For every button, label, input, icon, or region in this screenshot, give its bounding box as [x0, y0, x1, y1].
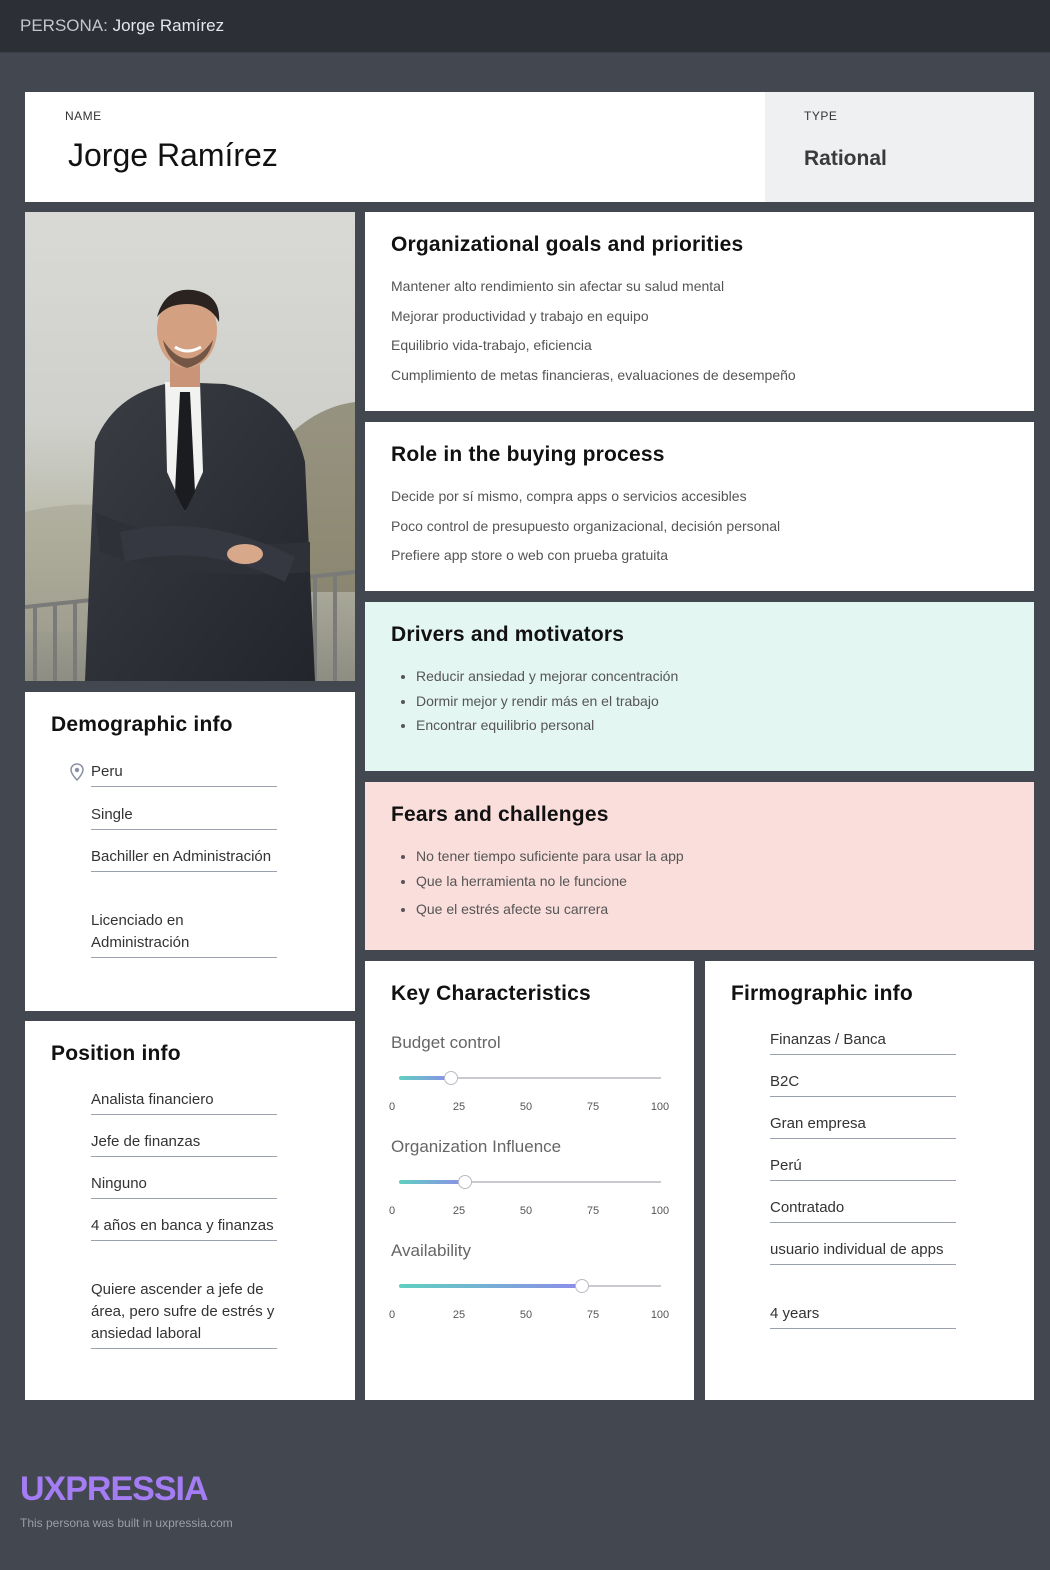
list-item: Que la herramienta no le funcione [416, 872, 684, 890]
slider-handle[interactable] [444, 1071, 459, 1085]
slider-label: Budget control [391, 1033, 501, 1052]
demographic-title: Demographic info [51, 713, 233, 736]
company-size-field[interactable]: Gran empresa [770, 1113, 956, 1139]
list-item: No tener tiempo suficiente para usar la … [416, 847, 684, 865]
list-item: Que el estrés afecte su carrera [416, 900, 684, 918]
employment-field[interactable]: Contratado [770, 1197, 956, 1223]
degree-field[interactable]: Licenciado en Administración [91, 910, 277, 958]
characteristics-title: Key Characteristics [391, 982, 591, 1005]
business-model-field[interactable]: B2C [770, 1071, 956, 1097]
list-item: Encontrar equilibrio personal [416, 716, 678, 734]
slider-track[interactable] [399, 1175, 661, 1189]
slider-tick-label: 0 [388, 1205, 396, 1217]
type-card[interactable]: TYPE Rational [765, 92, 1034, 202]
slider-label: Availability [391, 1241, 472, 1260]
demographic-card[interactable]: Demographic info Peru Single Bachiller e… [25, 692, 355, 1011]
fears-title: Fears and challenges [391, 803, 609, 826]
slider-tick-label: 50 [519, 1205, 533, 1217]
user-type-field[interactable]: usuario individual de apps [770, 1239, 956, 1265]
slider-tick-label: 0 [388, 1309, 396, 1321]
name-card[interactable]: NAME Jorge Ramírez [25, 92, 765, 202]
role-title: Role in the buying process [391, 443, 665, 466]
list-item: Equilibrio vida-trabajo, eficiencia [391, 337, 592, 353]
location-pin-icon [70, 763, 84, 786]
type-value[interactable]: Rational [804, 147, 887, 171]
persona-photo-image [25, 212, 355, 681]
slider-tick-label: 100 [650, 1101, 670, 1113]
reports-field[interactable]: Ninguno [91, 1173, 277, 1199]
footer-note: This persona was built in uxpressia.com [20, 1516, 233, 1530]
slider-tick-label: 25 [452, 1101, 466, 1113]
slider-tick-label: 100 [650, 1205, 670, 1217]
experience-field[interactable]: 4 años en banca y finanzas [91, 1215, 277, 1241]
marital-status-field[interactable]: Single [91, 804, 277, 830]
drivers-title: Drivers and motivators [391, 623, 625, 646]
slider-track[interactable] [399, 1071, 661, 1085]
name-label: NAME [65, 109, 102, 123]
slider-tick-label: 25 [452, 1205, 466, 1217]
job-title-field[interactable]: Analista financiero [91, 1089, 277, 1115]
slider-tick-label: 75 [586, 1309, 600, 1321]
list-item: Prefiere app store o web con prueba grat… [391, 547, 669, 563]
role-card[interactable]: Role in the buying process Decide por sí… [365, 422, 1034, 591]
list-item: Mejorar productividad y trabajo en equip… [391, 307, 649, 324]
tenure-field[interactable]: 4 years [770, 1303, 956, 1329]
list-item: Poco control de presupuesto organizacion… [391, 517, 781, 534]
characteristics-card[interactable]: Key Characteristics Budget control 0 25 50 7… [365, 961, 694, 1400]
drivers-card[interactable]: Drivers and motivators Reducir ansiedad … [365, 602, 1034, 771]
slider-fill [399, 1284, 583, 1288]
firmographic-card[interactable]: Firmographic info Finanzas / Banca B2C G… [705, 961, 1034, 1400]
slider-tick-label: 50 [519, 1101, 533, 1113]
list-item: Reducir ansiedad y mejorar concentración [416, 667, 678, 685]
role-list: Decide por sí mismo, compra apps o servi… [391, 487, 780, 576]
list-item: Cumplimiento de metas financieras, evalu… [391, 366, 796, 383]
slider-handle[interactable] [575, 1279, 590, 1293]
slider-track[interactable] [399, 1279, 661, 1293]
education-field[interactable]: Bachiller en Administración [91, 846, 277, 872]
slider-tick-label: 75 [586, 1101, 600, 1113]
list-item: Decide por sí mismo, compra apps o servi… [391, 488, 747, 504]
type-label: TYPE [804, 109, 838, 123]
slider-label: Organization Influence [391, 1137, 562, 1156]
persona-full-name[interactable]: Jorge Ramírez [68, 137, 278, 174]
list-item: Dormir mejor y rendir más en el trabajo [416, 692, 678, 710]
aspired-role-field[interactable]: Jefe de finanzas [91, 1131, 277, 1157]
fears-list: No tener tiempo suficiente para usar la … [391, 847, 684, 924]
career-goal-field[interactable]: Quiere ascender a jefe de área, pero suf… [91, 1279, 277, 1349]
list-item: Mantener alto rendimiento sin afectar su… [391, 278, 725, 294]
slider-fill [399, 1180, 465, 1184]
drivers-list: Reducir ansiedad y mejorar concentración… [391, 667, 678, 741]
slider-tick-label: 25 [452, 1309, 466, 1321]
page-title: PERSONA: Jorge Ramírez [20, 16, 224, 36]
slider-tick-label: 75 [586, 1205, 600, 1217]
persona-name: Jorge Ramírez [112, 16, 225, 35]
slider-tick-label: 50 [519, 1309, 533, 1321]
uxpressia-logo[interactable]: UXPRESSIA [20, 1470, 208, 1509]
persona-photo[interactable] [25, 212, 355, 681]
goals-list: Mantener alto rendimiento sin afectar su… [391, 277, 796, 395]
firmographic-title: Firmographic info [731, 982, 913, 1005]
location-field[interactable]: Peru [91, 761, 277, 787]
slider-handle[interactable] [457, 1175, 472, 1189]
industry-field[interactable]: Finanzas / Banca [770, 1029, 956, 1055]
fears-card[interactable]: Fears and challenges No tener tiempo suf… [365, 782, 1034, 950]
country-field[interactable]: Perú [770, 1155, 956, 1181]
top-bar: PERSONA: Jorge Ramírez [0, 0, 1050, 53]
goals-card[interactable]: Organizational goals and priorities Mant… [365, 212, 1034, 411]
position-card[interactable]: Position info Analista financiero Jefe d… [25, 1021, 355, 1400]
persona-label: PERSONA: [20, 16, 108, 35]
slider-tick-label: 0 [388, 1101, 396, 1113]
goals-title: Organizational goals and priorities [391, 233, 744, 256]
slider-tick-label: 100 [650, 1309, 670, 1321]
position-title: Position info [51, 1042, 181, 1065]
